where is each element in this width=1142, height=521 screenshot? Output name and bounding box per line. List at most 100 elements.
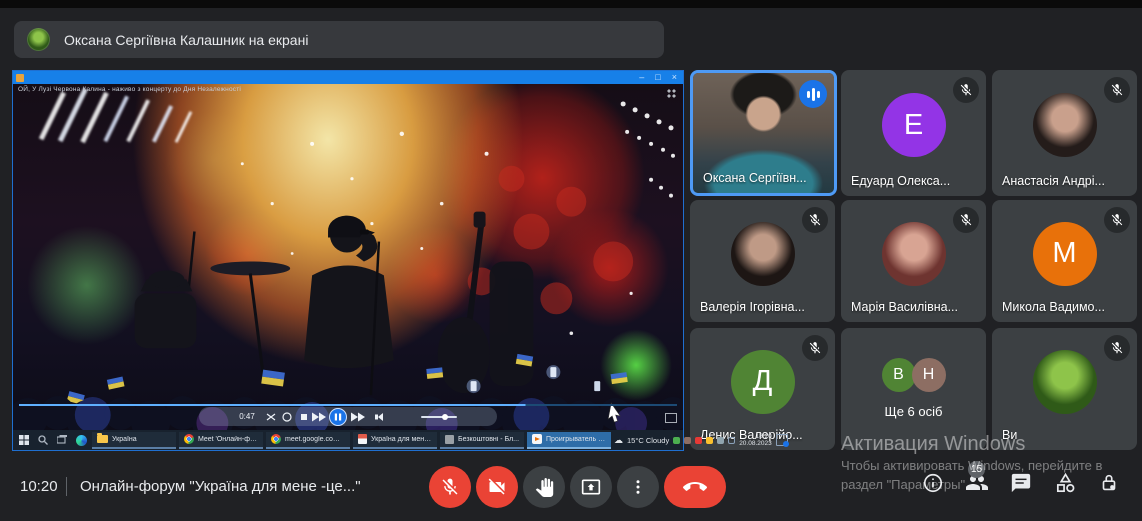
taskbar-item-presentation[interactable]: Україна для мене...	[353, 432, 437, 449]
participants-icon[interactable]: 15	[965, 471, 989, 495]
participant-tile-valeria[interactable]: Валерія Ігорівна...	[690, 200, 835, 322]
tray-icon-yellow[interactable]	[706, 437, 713, 444]
window-titlebar: – □ ×	[13, 71, 683, 84]
overflow-count-label: Ще 6 осіб	[841, 404, 986, 419]
participant-tile-you[interactable]: Ви	[992, 328, 1137, 450]
tray-icon-green[interactable]	[673, 437, 680, 444]
notification-center-icon[interactable]	[776, 434, 788, 446]
video-title-overlay: ОЙ, У Лузі Червона Калина - наживо з кон…	[18, 86, 241, 93]
chat-icon[interactable]	[1009, 471, 1033, 495]
taskbar-item-meet-url[interactable]: meet.google.com ...	[266, 432, 350, 449]
video-seek-bar[interactable]	[19, 404, 677, 406]
participant-tile-overflow[interactable]: В Н Ще 6 осіб	[841, 328, 986, 450]
tray-clock[interactable]: 18:20 20.08.2023	[739, 433, 772, 448]
tray-icon-gray[interactable]	[717, 437, 724, 444]
meeting-title: Онлайн-форум "Україна для мене -це..."	[80, 478, 361, 495]
task-view-icon[interactable]	[54, 432, 70, 448]
meeting-details-icon[interactable]	[921, 471, 945, 495]
concert-scene	[13, 84, 683, 430]
stop-icon	[301, 414, 307, 420]
presenter-avatar	[27, 28, 50, 51]
chrome-icon	[184, 434, 194, 444]
fullscreen-icon[interactable]	[665, 413, 677, 423]
taskbar-item-media-player[interactable]: Проигрыватель W...	[527, 432, 611, 449]
participant-name: Анастасія Андрі...	[1002, 174, 1105, 188]
participant-name: Микола Вадимо...	[1002, 300, 1105, 314]
shared-screen[interactable]: – □ × ОЙ, У Лузі Червона Калина - наживо…	[12, 70, 684, 451]
search-icon[interactable]	[35, 432, 51, 448]
avatar-photo	[731, 222, 795, 286]
tray-icon-red[interactable]	[695, 437, 702, 444]
player-buttons[interactable]	[263, 408, 413, 426]
avatar-photo	[882, 222, 946, 286]
tray-icon-network[interactable]	[728, 437, 735, 444]
mic-off-icon	[953, 77, 979, 103]
chrome-icon	[271, 434, 281, 444]
raise-hand-button[interactable]	[523, 466, 565, 508]
mic-off-icon	[953, 207, 979, 233]
app-icon	[445, 435, 454, 444]
tray-icon-brown[interactable]	[684, 437, 691, 444]
edge-icon[interactable]	[73, 432, 89, 448]
concert-video: ОЙ, У Лузі Червона Калина - наживо з кон…	[13, 84, 683, 431]
mic-off-icon	[1104, 335, 1130, 361]
participant-tile-mykola[interactable]: М Микола Вадимо...	[992, 200, 1137, 322]
weather-cloud-icon: ☁	[614, 435, 623, 446]
avatar-letter: М	[1033, 222, 1097, 286]
mic-off-icon	[1104, 77, 1130, 103]
taskbar-item-document[interactable]: Безкоштовні - Бл...	[440, 432, 524, 449]
host-controls-icon[interactable]	[1097, 471, 1121, 495]
taskbar-item-explorer[interactable]: Україна	[92, 432, 176, 449]
pip-dots-icon[interactable]	[667, 89, 676, 98]
system-tray: ☁ 15°C Cloudy 18:20 20.08.2023	[614, 433, 790, 448]
window-close-icon[interactable]: ×	[672, 71, 677, 84]
participant-tile-oksana[interactable]: Оксана Сергіївн...	[690, 70, 837, 196]
camera-off-button[interactable]	[476, 466, 518, 508]
start-button[interactable]	[16, 432, 32, 448]
presenting-banner: Оксана Сергіївна Калашник на екрані	[14, 21, 664, 58]
windows-taskbar: Україна Meet 'Онлайн-фо... meet.google.c…	[13, 430, 683, 450]
weather-text[interactable]: 15°C Cloudy	[627, 436, 669, 445]
mic-off-icon	[1104, 207, 1130, 233]
media-player-icon	[532, 434, 542, 444]
next-icon	[351, 412, 365, 421]
participant-name: Ви	[1002, 428, 1017, 442]
player-controls[interactable]: 0:47	[199, 407, 497, 426]
presenting-banner-text: Оксана Сергіївна Калашник на екрані	[64, 32, 308, 48]
end-call-button[interactable]	[664, 466, 726, 508]
mic-off-icon	[802, 207, 828, 233]
meet-bottom-bar: 10:20 Онлайн-форум "Україна для мене -це…	[0, 453, 1142, 521]
window-maximize-icon[interactable]: □	[655, 71, 660, 84]
previous-icon	[312, 412, 326, 421]
avatar-letter: Е	[882, 93, 946, 157]
overflow-avatars: В Н	[841, 358, 986, 392]
participant-name: Валерія Ігорівна...	[700, 300, 805, 314]
folder-icon	[97, 435, 108, 443]
volume-slider[interactable]	[421, 416, 457, 418]
pause-button	[329, 408, 346, 425]
divider	[66, 477, 67, 496]
participant-tile-maria[interactable]: Марія Василівна...	[841, 200, 986, 322]
participant-tile-anastasia[interactable]: Анастасія Андрі...	[992, 70, 1137, 196]
participant-count-badge: 15	[968, 461, 985, 478]
avatar-letter: Д	[731, 350, 795, 414]
participant-name: Едуард Олекса...	[851, 174, 950, 188]
top-black-strip	[0, 0, 1142, 8]
window-app-icon	[16, 74, 24, 82]
mic-muted-button[interactable]	[429, 466, 471, 508]
player-time: 0:47	[239, 412, 255, 421]
more-options-button[interactable]	[617, 466, 659, 508]
window-minimize-icon[interactable]: –	[639, 71, 644, 84]
activities-icon[interactable]	[1053, 471, 1077, 495]
participant-tile-eduard[interactable]: Е Едуард Олекса...	[841, 70, 986, 196]
avatar-photo	[1033, 93, 1097, 157]
document-icon	[358, 434, 367, 444]
audio-speaking-indicator	[799, 80, 827, 108]
participant-name: Оксана Сергіївн...	[703, 171, 807, 185]
taskbar-item-meet[interactable]: Meet 'Онлайн-фо...	[179, 432, 263, 449]
volume-icon	[375, 413, 383, 421]
present-screen-button[interactable]	[570, 466, 612, 508]
mic-off-icon	[802, 335, 828, 361]
repeat-icon	[283, 413, 291, 421]
clock: 10:20	[20, 478, 58, 495]
